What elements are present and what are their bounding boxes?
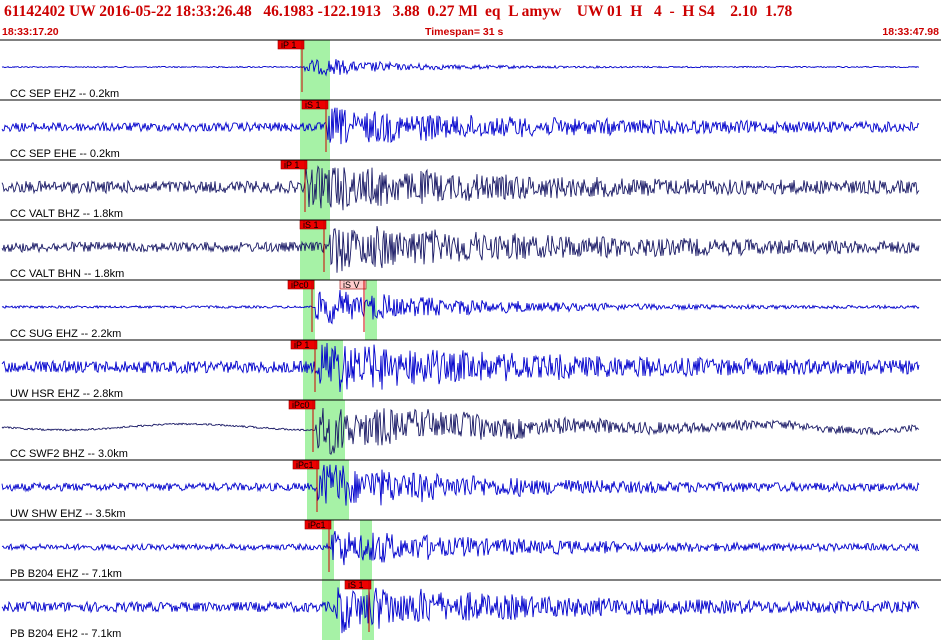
trace-label: UW HSR EHZ -- 2.8km [10,388,123,400]
trace-panel[interactable]: iPc1 UW SHW EHZ -- 3.5km [0,459,941,520]
trace-label: PB B204 EHZ -- 7.1km [10,568,122,580]
pick-label: iP 1 [281,40,296,50]
trace-panel[interactable]: iS 1 PB B204 EH2 -- 7.1km [0,579,941,640]
pick-label: iPc0 [292,400,310,410]
waveform-trace [1,107,920,145]
trace-label: CC VALT BHZ -- 1.8km [10,208,123,220]
pick-label: iS 1 [305,100,321,110]
pick-label: iS V [343,280,360,290]
pick-label: iPc1 [296,460,314,470]
pick-label: iP 1 [284,160,299,170]
trace-label: CC VALT BHN -- 1.8km [10,268,124,280]
trace-label: CC SWF2 BHZ -- 3.0km [10,448,128,460]
waveform-panel[interactable]: iP 1 CC SEP EHZ -- 0.2km iS 1 CC SEP EHE --… [0,0,941,640]
trace-panel[interactable]: iP 1 UW HSR EHZ -- 2.8km [0,339,941,400]
waveform-trace [1,289,920,325]
trace-panel[interactable]: iS 1 CC SEP EHE -- 0.2km [0,99,941,160]
trace-panel[interactable]: iPc0 iS V CC SUG EHZ -- 2.2km [0,279,941,340]
pick-label: iS 1 [303,220,319,230]
trace-label: CC SUG EHZ -- 2.2km [10,328,121,340]
waveform-trace [1,587,920,634]
trace-label: PB B204 EH2 -- 7.1km [10,628,121,640]
pick-label: iPc1 [308,520,326,530]
trace-panel[interactable]: iS 1 CC VALT BHN -- 1.8km [0,219,941,280]
trace-panel[interactable]: iPc1 PB B204 EHZ -- 7.1km [0,519,941,580]
pick-label: iPc0 [291,280,309,290]
trace-panel[interactable]: iP 1 CC VALT BHZ -- 1.8km [0,159,941,220]
waveform-trace [1,59,919,77]
waveform-trace [1,165,920,211]
trace-label: UW SHW EHZ -- 3.5km [10,508,126,520]
pick-window [365,280,377,340]
trace-label: CC SEP EHZ -- 0.2km [10,88,119,100]
trace-panel[interactable]: iPc0 CC SWF2 BHZ -- 3.0km [0,399,941,460]
trace-panel[interactable]: iP 1 CC SEP EHZ -- 0.2km [0,39,941,100]
waveform-trace [1,530,920,566]
pick-label: iP 1 [294,340,309,350]
waveform-trace [1,407,920,455]
waveform-trace [1,464,920,506]
waveform-trace [1,342,920,393]
waveform-trace [1,226,920,273]
trace-label: CC SEP EHE -- 0.2km [10,148,120,160]
pick-label: iS 1 [348,580,364,590]
